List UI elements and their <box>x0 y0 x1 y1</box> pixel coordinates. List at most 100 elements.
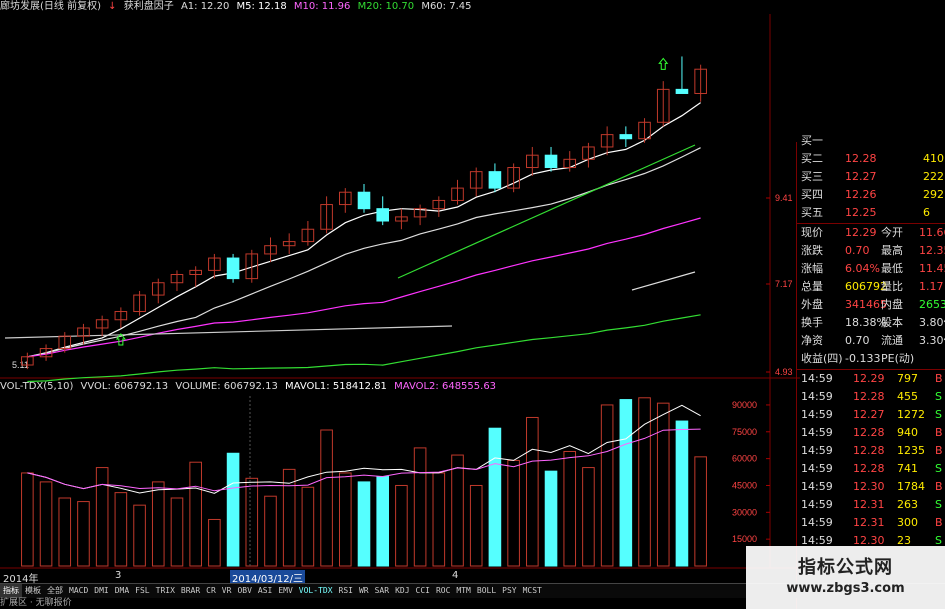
volume-bar <box>395 484 408 567</box>
watermark-title: 指标公式网 <box>798 557 893 578</box>
tab-emv[interactable]: EMV <box>275 584 295 598</box>
stat-label-2: 今开 <box>881 226 903 239</box>
tab-roc[interactable]: ROC <box>433 584 453 598</box>
date-axis: 2014年 3 2014/03/12/三 4 <box>0 570 800 585</box>
vol-indicator-name[interactable]: VOL-TDX(5,10) <box>0 381 73 392</box>
volume-bar <box>208 518 221 567</box>
bid-price: 12.25 <box>845 206 877 219</box>
volume-bar <box>301 486 315 567</box>
bid-label: 买五 <box>801 206 823 219</box>
stat-label: 换手 <box>801 316 823 329</box>
tick-side: S <box>935 462 942 475</box>
stat-label: 收益(四) <box>801 352 843 365</box>
tick-row: 14:59 12.30 1784 B <box>801 478 944 496</box>
volume-bar <box>451 454 464 567</box>
tick-time: 14:59 <box>801 390 833 403</box>
vvol-value: VVOL: 606792.13 <box>80 381 169 392</box>
volume-bar <box>656 402 670 567</box>
m20-value: M20: 10.70 <box>357 1 415 12</box>
stat-label-2: 量比 <box>881 280 903 293</box>
tick-price: 12.31 <box>853 516 885 529</box>
volume-bar <box>282 468 296 567</box>
tick-volume: 940 <box>897 426 918 439</box>
tick-volume: 1272 <box>897 408 925 421</box>
candle-body <box>357 191 371 210</box>
volume-bar <box>526 416 539 567</box>
stat-value-2: 11.66 <box>919 226 945 239</box>
kline-chart[interactable]: 9.417.174.935.11900007500060000450003000… <box>0 0 800 583</box>
tab-vr[interactable]: VR <box>219 584 235 598</box>
tab-模板[interactable]: 模板 <box>22 584 44 598</box>
tab-brar[interactable]: BRAR <box>178 584 203 598</box>
indicator-name[interactable]: 获利盘因子 <box>124 1 174 12</box>
tab-macd[interactable]: MACD <box>66 584 91 598</box>
stat-value: 0.70 <box>845 244 870 257</box>
tab-wr[interactable]: WR <box>356 584 372 598</box>
candle-body <box>619 134 633 140</box>
tab-fsl[interactable]: FSL <box>132 584 152 598</box>
tab-asi[interactable]: ASI <box>255 584 275 598</box>
tick-row: 14:59 12.28 940 B <box>801 424 944 442</box>
candle-body <box>226 257 240 280</box>
volume-bar <box>133 504 146 567</box>
stat-row: 换手18.38%股本3.80亿 <box>801 314 945 332</box>
bid-price: 12.28 <box>845 152 877 165</box>
tab-dmi[interactable]: DMI <box>91 584 111 598</box>
volume-bar <box>544 470 558 567</box>
tick-price: 12.29 <box>853 372 885 385</box>
volume-bar <box>507 459 520 567</box>
buy-signal-icon <box>658 57 669 70</box>
tab-kdj[interactable]: KDJ <box>392 584 412 598</box>
tick-price: 12.28 <box>853 390 885 403</box>
tab-vol-tdx[interactable]: VOL-TDX <box>296 584 336 598</box>
tab-cci[interactable]: CCI <box>413 584 433 598</box>
volume-bar <box>151 481 165 567</box>
volume-bar <box>432 472 446 567</box>
date-label-mid1: 3 <box>115 570 122 581</box>
tick-side: B <box>935 372 943 385</box>
tick-side: B <box>935 516 943 529</box>
m60-value: M60: 7.45 <box>421 1 472 12</box>
tab-obv[interactable]: OBV <box>234 584 254 598</box>
volume-bar <box>638 397 651 567</box>
tab-mtm[interactable]: MTM <box>453 584 473 598</box>
tab-指标[interactable]: 指标 <box>0 584 22 598</box>
stock-title[interactable]: 廊坊发展(日线 前复权) <box>0 1 101 12</box>
mavol1-line <box>27 404 701 494</box>
tab-trix[interactable]: TRIX <box>153 584 178 598</box>
ma20-line <box>27 217 701 358</box>
tick-price: 12.28 <box>853 426 885 439</box>
tab-mcst[interactable]: MCST <box>520 584 545 598</box>
tab-sar[interactable]: SAR <box>372 584 392 598</box>
tick-volume: 1235 <box>897 444 925 457</box>
volume-bar <box>357 481 371 567</box>
price-axis-label-0: 9.41 <box>775 193 793 203</box>
candle-body <box>488 171 502 189</box>
bid-row: 买三 12.27 222 <box>801 168 944 186</box>
volume-bar <box>264 495 277 567</box>
stat-value: 0.70 <box>845 334 870 347</box>
bid-row: 买二 12.28 410 <box>801 150 944 168</box>
stat-row: 涨幅 6.04%最低 11.45 <box>801 260 945 278</box>
stat-label-2: 股本 <box>881 316 903 329</box>
vol-axis-label-3: 45000 <box>732 480 757 490</box>
tick-time: 14:59 <box>801 516 833 529</box>
stat-label-2: PE(动) <box>881 352 915 365</box>
stat-value-2: 1.17 <box>919 280 944 293</box>
stat-label: 总量 <box>801 280 823 293</box>
tab-cr[interactable]: CR <box>203 584 219 598</box>
tab-psy[interactable]: PSY <box>499 584 519 598</box>
tick-side: S <box>935 408 942 421</box>
stat-label-2: 内盘 <box>881 298 903 311</box>
a1-value: A1: 12.20 <box>180 1 230 12</box>
stat-label: 涨跌 <box>801 244 823 257</box>
candle-body <box>376 208 390 222</box>
tab-全部[interactable]: 全部 <box>44 584 66 598</box>
tab-dma[interactable]: DMA <box>112 584 132 598</box>
tick-side: S <box>935 498 942 511</box>
tick-price: 12.30 <box>853 480 885 493</box>
chart-area[interactable]: 9.41 7.17 4.93 5.11 90000 75000 60000 45000 3000… <box>0 0 800 609</box>
tab-boll[interactable]: BOLL <box>474 584 499 598</box>
tick-row: 14:59 12.27 1272 S <box>801 406 944 424</box>
tab-rsi[interactable]: RSI <box>336 584 356 598</box>
